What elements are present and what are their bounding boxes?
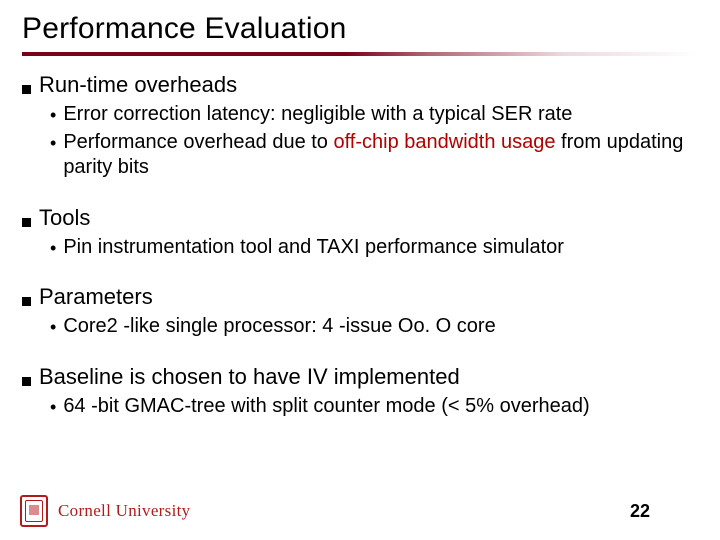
subitem-text: Pin instrumentation tool and TAXI perfor… bbox=[63, 235, 564, 261]
subitem: • 64 -bit GMAC-tree with split counter m… bbox=[50, 394, 694, 420]
dot-bullet-icon: • bbox=[50, 398, 56, 416]
text-part: Core2 -like single processor: 4 -issue O… bbox=[63, 315, 495, 337]
subitems: • Error correction latency: negligible w… bbox=[50, 102, 694, 181]
section-heading: Baseline is chosen to have IV implemente… bbox=[39, 364, 460, 390]
square-bullet-icon bbox=[22, 218, 31, 227]
dot-bullet-icon: • bbox=[50, 318, 56, 336]
dot-bullet-icon: • bbox=[50, 134, 56, 152]
square-bullet-icon bbox=[22, 377, 31, 386]
subitem: • Core2 -like single processor: 4 -issue… bbox=[50, 314, 694, 340]
slide-content: Run-time overheads • Error correction la… bbox=[22, 72, 698, 420]
title-rule bbox=[22, 52, 698, 56]
text-part: 64 -bit GMAC-tree with split counter mod… bbox=[63, 395, 589, 417]
slide-title: Performance Evaluation bbox=[22, 12, 698, 46]
square-bullet-icon bbox=[22, 297, 31, 306]
slide: Performance Evaluation Run-time overhead… bbox=[0, 0, 720, 540]
subitem-text: Performance overhead due to off-chip ban… bbox=[63, 130, 694, 181]
text-part: Error correction latency: negligible wit… bbox=[63, 103, 572, 125]
subitem: • Performance overhead due to off-chip b… bbox=[50, 130, 694, 181]
subitem-text: Core2 -like single processor: 4 -issue O… bbox=[63, 314, 495, 340]
footer: Cornell University bbox=[0, 492, 720, 530]
section-heading: Parameters bbox=[39, 284, 153, 310]
subitems: • 64 -bit GMAC-tree with split counter m… bbox=[50, 394, 694, 420]
dot-bullet-icon: • bbox=[50, 106, 56, 124]
text-part: Pin instrumentation tool and TAXI perfor… bbox=[63, 236, 564, 258]
cornell-seal-icon bbox=[20, 495, 48, 527]
section-heading: Run-time overheads bbox=[39, 72, 237, 98]
text-part: Performance overhead due to bbox=[63, 131, 333, 153]
subitem: • Error correction latency: negligible w… bbox=[50, 102, 694, 128]
subitems: • Pin instrumentation tool and TAXI perf… bbox=[50, 235, 694, 261]
text-highlight: off-chip bandwidth usage bbox=[333, 131, 555, 153]
branding-text: Cornell University bbox=[58, 501, 190, 521]
subitem-text: 64 -bit GMAC-tree with split counter mod… bbox=[63, 394, 589, 420]
subitem-text: Error correction latency: negligible wit… bbox=[63, 102, 572, 128]
bullet-baseline: Baseline is chosen to have IV implemente… bbox=[22, 364, 694, 390]
page-number: 22 bbox=[630, 501, 650, 522]
bullet-tools: Tools bbox=[22, 205, 694, 231]
section-heading: Tools bbox=[39, 205, 90, 231]
bullet-runtime-overheads: Run-time overheads bbox=[22, 72, 694, 98]
subitem: • Pin instrumentation tool and TAXI perf… bbox=[50, 235, 694, 261]
square-bullet-icon bbox=[22, 85, 31, 94]
dot-bullet-icon: • bbox=[50, 239, 56, 257]
subitems: • Core2 -like single processor: 4 -issue… bbox=[50, 314, 694, 340]
bullet-parameters: Parameters bbox=[22, 284, 694, 310]
